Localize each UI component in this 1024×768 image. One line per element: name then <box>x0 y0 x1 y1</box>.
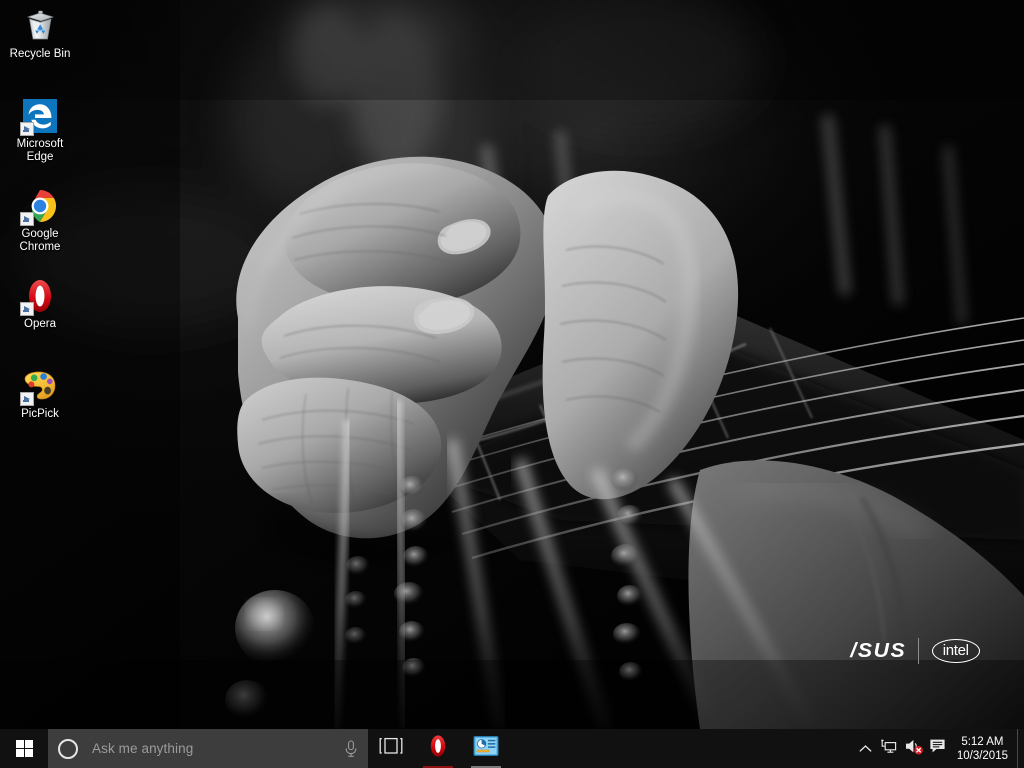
start-button[interactable] <box>0 729 48 768</box>
opera-icon <box>20 276 60 316</box>
taskbar-app-task-manager[interactable] <box>462 729 510 768</box>
speaker-muted-icon <box>904 738 924 760</box>
edge-icon <box>20 96 60 136</box>
windows-logo-icon <box>15 740 33 758</box>
shortcut-overlay-icon <box>20 392 34 406</box>
search-placeholder: Ask me anything <box>92 741 194 756</box>
desktop-wallpaper <box>0 0 1024 729</box>
cortana-circle-icon[interactable] <box>58 738 78 759</box>
task-view-icon <box>378 737 404 760</box>
chevron-up-icon <box>859 740 872 758</box>
desktop-icon-label: Recycle Bin <box>9 48 71 60</box>
desktop-icon-microsoft-edge[interactable]: Microsoft Edge <box>2 96 78 164</box>
clock-date: 10/3/2015 <box>956 749 1008 762</box>
volume-button[interactable] <box>902 729 926 768</box>
taskbar[interactable]: Ask me anything 5:12 AM 10/3/2015 <box>0 729 1024 768</box>
desktop-icon-recycle-bin[interactable]: Recycle Bin <box>2 6 78 61</box>
desktop-icon-picpick[interactable]: PicPick <box>2 366 78 421</box>
recycle-bin-icon <box>20 6 60 46</box>
show-desktop-button[interactable] <box>1017 729 1024 768</box>
network-button[interactable] <box>878 729 902 768</box>
desktop-icon-opera[interactable]: Opera <box>2 276 78 331</box>
search-input[interactable]: Ask me anything <box>48 729 368 768</box>
desktop-icon-label: Google Chrome <box>19 228 61 253</box>
chrome-icon <box>20 186 60 226</box>
clock[interactable]: 5:12 AM 10/3/2015 <box>950 729 1017 768</box>
taskbar-empty-area[interactable] <box>510 729 854 768</box>
clock-time: 5:12 AM <box>961 735 1004 748</box>
windows-desktop[interactable]: /SUS intel Recycle Bin Microsoft Edge Go… <box>0 0 1024 768</box>
action-center-button[interactable] <box>926 729 950 768</box>
picpick-icon <box>20 366 60 406</box>
microphone-icon[interactable] <box>334 729 368 768</box>
task-manager-icon <box>473 735 499 762</box>
shortcut-overlay-icon <box>20 122 34 136</box>
shortcut-overlay-icon <box>20 212 34 226</box>
network-ethernet-icon <box>881 738 899 759</box>
desktop-icon-google-chrome[interactable]: Google Chrome <box>2 186 78 254</box>
system-tray: 5:12 AM 10/3/2015 <box>853 729 1024 768</box>
shortcut-overlay-icon <box>20 302 34 316</box>
opera-icon <box>426 733 450 764</box>
desktop-icon-label: Microsoft Edge <box>16 138 64 163</box>
action-center-icon <box>929 738 946 759</box>
show-hidden-icons-button[interactable] <box>854 729 878 768</box>
desktop-icon-label: PicPick <box>21 408 59 420</box>
taskbar-app-opera[interactable] <box>414 729 462 768</box>
desktop-icon-label: Opera <box>24 318 56 330</box>
task-view-button[interactable] <box>368 729 414 768</box>
